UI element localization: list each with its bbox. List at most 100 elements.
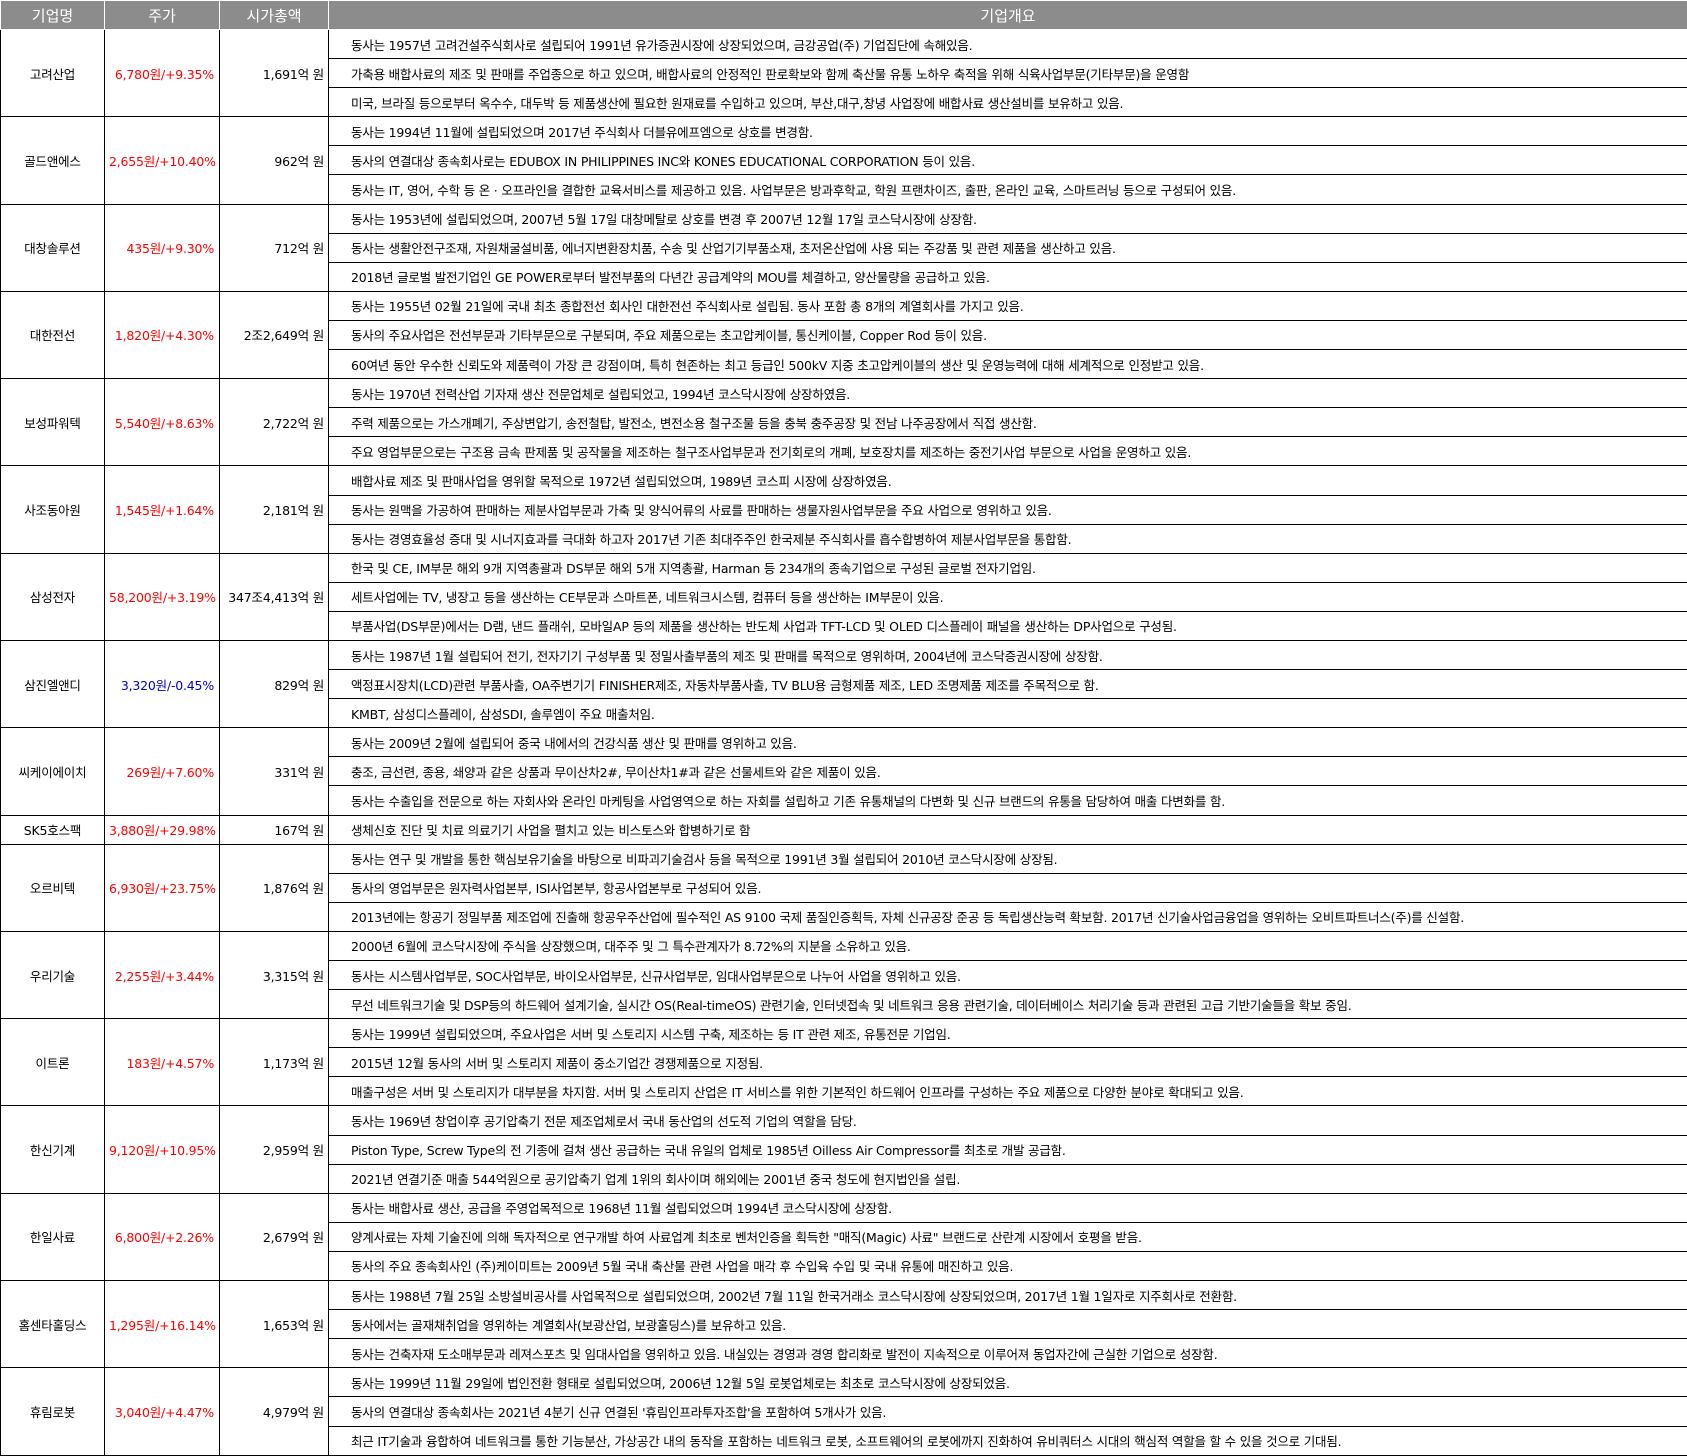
company-name: 사조동아원 [1,466,105,553]
company-overview-line: 동사의 주요 종속회사인 (주)케이미트는 2009년 5월 국내 축산물 관련… [329,1251,1687,1280]
company-name: 한신기계 [1,1106,105,1193]
company-overview-line: 가축용 배합사료의 제조 및 판매를 주업종으로 하고 있으며, 배합사료의 안… [329,59,1687,88]
stock-price: 2,655원/+10.40% [105,117,220,204]
stock-price: 3,040원/+4.47% [105,1368,220,1455]
company-name: 휴림로봇 [1,1368,105,1455]
table-row: 휴림로봇3,040원/+4.47%4,979억 원동사는 1999년 11월 2… [1,1368,1687,1397]
stock-price: 1,545원/+1.64% [105,466,220,553]
company-name: 홈센타홀딩스 [1,1281,105,1368]
company-overview-line: 동사는 생활안전구조재, 자원채굴설비품, 에너지변환장치품, 수송 및 산업기… [329,233,1687,262]
company-overview-line: 세트사업에는 TV, 냉장고 등을 생산하는 CE부문과 스마트폰, 네트워크시… [329,582,1687,611]
stock-price: 58,200원/+3.19% [105,553,220,640]
company-overview-line: 동사는 배합사료 생산, 공급을 주영업목적으로 1968년 11월 설립되었으… [329,1193,1687,1222]
company-overview-line: 동사는 경영효율성 증대 및 시너지효과를 극대화 하고자 2017년 기존 최… [329,524,1687,553]
company-name: SK5호스팩 [1,815,105,844]
table-row: SK5호스팩3,880원/+29.98%167억 원생체신호 진단 및 치료 의… [1,815,1687,844]
header-company-overview: 기업개요 [329,1,1687,30]
company-overview-line: 미국, 브라질 등으로부터 옥수수, 대두박 등 제품생산에 필요한 원재료를 … [329,88,1687,117]
company-overview-line: 동사의 주요사업은 전선부문과 기타부문으로 구분되며, 주요 제품으로는 초고… [329,320,1687,349]
stock-price: 5,540원/+8.63% [105,379,220,466]
company-overview-line: 2021년 연결기준 매출 544억원으로 공기압축기 업계 1위의 회사이며 … [329,1164,1687,1193]
market-cap: 1,691억 원 [220,30,329,117]
market-cap: 829억 원 [220,640,329,727]
stock-price: 9,120원/+10.95% [105,1106,220,1193]
table-row: 한신기계9,120원/+10.95%2,959억 원동사는 1969년 창업이후… [1,1106,1687,1135]
company-name: 대한전선 [1,291,105,378]
company-overview-line: 무선 네트워크기술 및 DSP등의 하드웨어 설계기술, 실시간 OS(Real… [329,990,1687,1019]
table-row: 우리기술2,255원/+3.44%3,315억 원2000년 6월에 코스닥시장… [1,931,1687,960]
stock-price: 1,295원/+16.14% [105,1281,220,1368]
company-overview-line: 양계사료는 자체 기술진에 의해 독자적으로 연구개발 하여 사료업계 최초로 … [329,1222,1687,1251]
company-overview-line: 동사는 2009년 2월에 설립되어 중국 내에서의 건강식품 생산 및 판매를… [329,728,1687,757]
company-name: 한일사료 [1,1193,105,1280]
market-cap: 1,653억 원 [220,1281,329,1368]
company-name: 골드앤에스 [1,117,105,204]
company-name: 삼성전자 [1,553,105,640]
company-table: 기업명 주가 시가총액 기업개요 고려산업6,780원/+9.35%1,691억… [0,0,1687,1456]
company-name: 삼진엘앤디 [1,640,105,727]
company-overview-line: 동사에서는 골재채취업을 영위하는 계열회사(보광산업, 보광홀딩스)를 보유하… [329,1310,1687,1339]
company-overview-line: 충조, 금선련, 종용, 쇄양과 같은 상품과 무이산차2#, 무이산차1#과 … [329,757,1687,786]
market-cap: 331억 원 [220,728,329,815]
company-overview-line: KMBT, 삼성디스플레이, 삼성SDI, 솔루엠이 주요 매출처임. [329,699,1687,728]
company-overview-line: 60여년 동안 우수한 신뢰도와 제품력이 가장 큰 강점이며, 특히 현존하는… [329,350,1687,379]
company-overview-line: 동사는 건축자재 도소매부문과 레져스포츠 및 임대사업을 영위하고 있음. 내… [329,1339,1687,1368]
stock-price: 3,880원/+29.98% [105,815,220,844]
market-cap: 347조4,413억 원 [220,553,329,640]
company-overview-line: 부품사업(DS부문)에서는 D램, 낸드 플래쉬, 모바일AP 등의 제품을 생… [329,611,1687,640]
company-overview-line: 동사는 1957년 고려건설주식회사로 설립되어 1991년 유가증권시장에 상… [329,30,1687,59]
company-overview-line: 동사는 1955년 02월 21일에 국내 최초 종합전선 회사인 대한전선 주… [329,291,1687,320]
stock-price: 3,320원/-0.45% [105,640,220,727]
company-overview-line: 동사는 수출입을 전문으로 하는 자회사와 온라인 마케팅을 사업영역으로 하는… [329,786,1687,815]
market-cap: 2,181억 원 [220,466,329,553]
header-company-name: 기업명 [1,1,105,30]
company-overview-line: 동사는 1999년 11월 29일에 법인전환 형태로 설립되었으며, 2006… [329,1368,1687,1397]
company-overview-line: 주력 제품으로는 가스개폐기, 주상변압기, 송전철탑, 발전소, 변전소용 철… [329,408,1687,437]
company-overview-line: 액정표시장치(LCD)관련 부품사출, OA주변기기 FINISHER제조, 자… [329,670,1687,699]
table-row: 보성파워텍5,540원/+8.63%2,722억 원동사는 1970년 전력산업… [1,379,1687,408]
table-row: 한일사료6,800원/+2.26%2,679억 원동사는 배합사료 생산, 공급… [1,1193,1687,1222]
table-row: 오르비텍6,930원/+23.75%1,876억 원동사는 연구 및 개발을 통… [1,844,1687,873]
company-overview-line: 동사는 원맥을 가공하여 판매하는 제분사업부문과 가축 및 양식어류의 사료를… [329,495,1687,524]
table-row: 삼성전자58,200원/+3.19%347조4,413억 원한국 및 CE, I… [1,553,1687,582]
company-overview-line: 주요 영업부문으로는 구조용 금속 판제품 및 공작물을 제조하는 철구조사업부… [329,437,1687,466]
company-overview-line: 동사는 1953년에 설립되었으며, 2007년 5월 17일 대창메탈로 상호… [329,204,1687,233]
stock-price: 269원/+7.60% [105,728,220,815]
stock-price: 6,930원/+23.75% [105,844,220,931]
company-overview-line: 동사는 1987년 1월 설립되어 전기, 전자기기 구성부품 및 정밀사출부품… [329,640,1687,669]
company-overview-line: 동사는 1970년 전력산업 기자재 생산 전문업체로 설립되었고, 1994년… [329,379,1687,408]
company-overview-line: 동사는 1969년 창업이후 공기압축기 전문 제조업체로서 국내 동산업의 선… [329,1106,1687,1135]
company-name: 오르비텍 [1,844,105,931]
header-row: 기업명 주가 시가총액 기업개요 [1,1,1687,30]
company-overview-line: Piston Type, Screw Type의 전 기종에 걸쳐 생산 공급하… [329,1135,1687,1164]
company-overview-line: 2018년 글로벌 발전기업인 GE POWER로부터 발전부품의 다년간 공급… [329,262,1687,291]
company-overview-line: 생체신호 진단 및 치료 의료기기 사업을 펼치고 있는 비스토스와 합병하기로… [329,815,1687,844]
table-row: 대한전선1,820원/+4.30%2조2,649억 원동사는 1955년 02월… [1,291,1687,320]
table-row: 고려산업6,780원/+9.35%1,691억 원동사는 1957년 고려건설주… [1,30,1687,59]
stock-price: 6,780원/+9.35% [105,30,220,117]
stock-price: 183원/+4.57% [105,1019,220,1106]
company-overview-line: 동사는 시스템사업부문, SOC사업부문, 바이오사업부문, 신규사업부문, 임… [329,961,1687,990]
table-row: 삼진엘앤디3,320원/-0.45%829억 원동사는 1987년 1월 설립되… [1,640,1687,669]
market-cap: 1,876억 원 [220,844,329,931]
table-row: 홈센타홀딩스1,295원/+16.14%1,653억 원동사는 1988년 7월… [1,1281,1687,1310]
stock-price: 435원/+9.30% [105,204,220,291]
market-cap: 2,722억 원 [220,379,329,466]
company-overview-line: 2000년 6월에 코스닥시장에 주식을 상장했으며, 대주주 및 그 특수관계… [329,931,1687,960]
company-overview-line: 동사의 연결대상 종속회사는 2021년 4분기 신규 연결된 '휴림인프라투자… [329,1397,1687,1426]
company-overview-line: 한국 및 CE, IM부문 해외 9개 지역총괄과 DS부문 해외 5개 지역총… [329,553,1687,582]
table-row: 골드앤에스2,655원/+10.40%962억 원동사는 1994년 11월에 … [1,117,1687,146]
table-row: 대창솔루션435원/+9.30%712억 원동사는 1953년에 설립되었으며,… [1,204,1687,233]
table-row: 씨케이에이치269원/+7.60%331억 원동사는 2009년 2월에 설립되… [1,728,1687,757]
company-overview-line: 동사는 IT, 영어, 수학 등 온 · 오프라인을 결합한 교육서비스를 제공… [329,175,1687,204]
company-overview-line: 동사는 연구 및 개발을 통한 핵심보유기술을 바탕으로 비파괴기술검사 등을 … [329,844,1687,873]
header-market-cap: 시가총액 [220,1,329,30]
company-overview-line: 동사의 영업부문은 원자력사업본부, ISI사업본부, 항공사업본부로 구성되어… [329,873,1687,902]
company-name: 고려산업 [1,30,105,117]
company-name: 대창솔루션 [1,204,105,291]
stock-price: 6,800원/+2.26% [105,1193,220,1280]
company-name: 이트론 [1,1019,105,1106]
company-overview-line: 배합사료 제조 및 판매사업을 영위할 목적으로 1972년 설립되었으며, 1… [329,466,1687,495]
table-row: 사조동아원1,545원/+1.64%2,181억 원배합사료 제조 및 판매사업… [1,466,1687,495]
stock-price: 2,255원/+3.44% [105,931,220,1018]
